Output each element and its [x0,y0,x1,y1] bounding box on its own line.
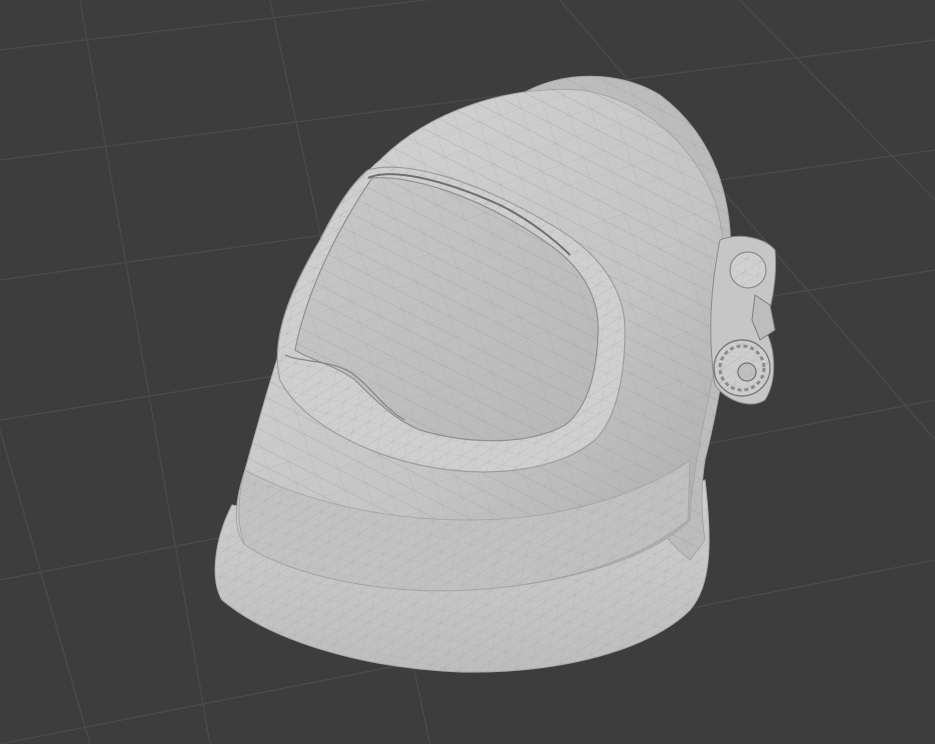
ratchet-knob[interactable] [714,340,770,396]
3d-viewport[interactable] [0,0,935,744]
helmet-mesh[interactable] [215,76,731,672]
viewport-canvas[interactable] [0,0,935,744]
side-ratchet-assembly[interactable] [711,236,776,404]
